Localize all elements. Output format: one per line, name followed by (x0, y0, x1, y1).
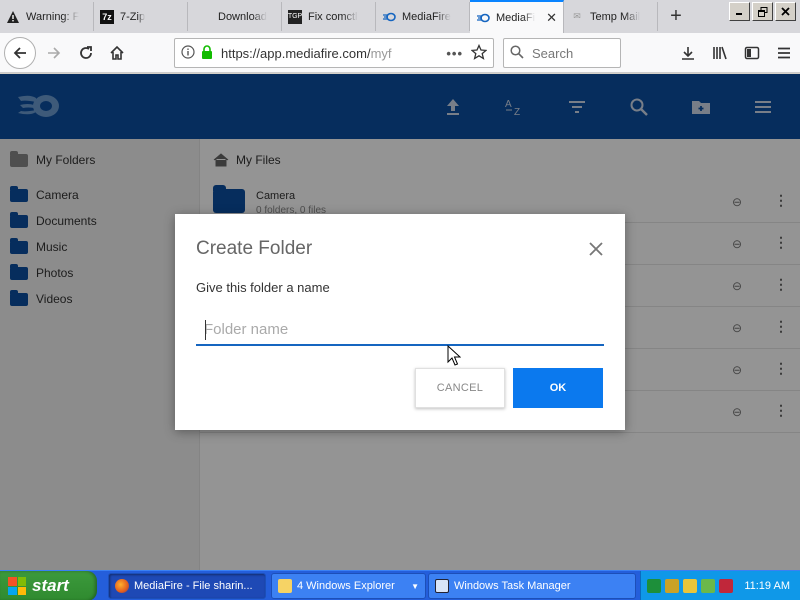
reload-icon (80, 46, 92, 59)
reload-button[interactable] (70, 37, 102, 69)
tab-label: Download (218, 10, 267, 23)
tempmail-icon: ✉ (573, 11, 581, 21)
text-caret (205, 320, 206, 340)
back-arrow-icon (13, 47, 26, 59)
library-icon (713, 46, 727, 60)
taskbar-item-explorer[interactable]: 4 Windows Explorer ▼ (271, 573, 426, 599)
dialog-subtitle: Give this folder a name (196, 280, 330, 295)
library-button[interactable] (704, 37, 736, 69)
tab-label: MediaFi (496, 11, 536, 24)
group-expand-icon: ▼ (411, 581, 419, 591)
firefox-icon (115, 579, 129, 593)
tab-temp-mail[interactable]: ✉ Temp Mail (564, 2, 658, 31)
tray-shield-icon[interactable] (683, 579, 697, 593)
tab-label: Fix comctl (308, 10, 358, 23)
new-tab-button[interactable]: + (664, 4, 688, 28)
menu-button[interactable] (768, 37, 800, 69)
taskbar-item-mediafire[interactable]: MediaFire - File sharin... (108, 573, 266, 599)
explorer-folder-icon (278, 579, 292, 593)
system-tray: 11:19 AM (640, 571, 800, 600)
tab-7zip[interactable]: 7z 7-Zip (94, 2, 188, 31)
window-controls (729, 2, 796, 21)
tray-app-icon[interactable] (647, 579, 661, 593)
url-rest: myf (370, 45, 392, 61)
taskbar-item-task-manager[interactable]: Windows Task Manager (428, 573, 636, 599)
screen: Warning: F 7z 7-Zip Download TGP Fix com… (0, 0, 800, 600)
tab-label: Warning: F (26, 10, 80, 23)
taskbar: start MediaFire - File sharin... 4 Windo… (0, 570, 800, 600)
dialog-title: Create Folder (196, 238, 313, 259)
info-icon[interactable] (181, 44, 195, 62)
ok-button[interactable]: OK (513, 368, 603, 408)
sidebar-toggle-button[interactable] (736, 37, 768, 69)
restore-button[interactable] (752, 2, 773, 21)
7zip-icon: 7z (100, 9, 114, 24)
downloads-button[interactable] (672, 37, 704, 69)
folder-name-input[interactable] (196, 314, 604, 346)
tab-mediafire-active[interactable]: MediaFi ✕ (470, 0, 564, 33)
url-text: https://app.mediafire.com/myf (221, 46, 446, 61)
url-bar[interactable]: https://app.mediafire.com/myf ••• (174, 38, 494, 68)
windows-flag-icon (8, 577, 26, 595)
tgp-icon: TGP (288, 9, 302, 24)
search-placeholder: Search (532, 45, 574, 61)
tab-label: 7-Zip (120, 10, 146, 23)
mediafire-icon (476, 11, 490, 25)
tab-download[interactable]: Download (188, 2, 282, 31)
hamburger-menu-icon (778, 47, 790, 59)
mediafire-icon (382, 10, 396, 24)
task-label: MediaFire - File sharin... (134, 580, 253, 592)
tab-label: Temp Mail (590, 10, 641, 23)
lock-icon (201, 44, 213, 62)
close-icon[interactable] (583, 236, 609, 262)
tab-warning[interactable]: Warning: F (0, 2, 94, 31)
task-label: Windows Task Manager (454, 580, 571, 592)
create-folder-dialog: Create Folder Give this folder a name CA… (175, 214, 625, 430)
tab-strip: Warning: F 7z 7-Zip Download TGP Fix com… (0, 0, 800, 33)
start-button[interactable]: start (0, 571, 97, 600)
tab-mediafire[interactable]: MediaFire (376, 2, 470, 31)
cancel-button[interactable]: CANCEL (415, 368, 505, 408)
home-button[interactable] (101, 37, 133, 69)
tab-fix-comctl[interactable]: TGP Fix comctl (282, 2, 376, 31)
tray-network-icon[interactable] (701, 579, 715, 593)
download-arrow-icon (682, 47, 694, 60)
url-main: https://app.mediafire.com/ (221, 45, 371, 61)
forward-button[interactable] (38, 37, 70, 69)
task-label: 4 Windows Explorer (297, 580, 395, 592)
mouse-cursor-icon (447, 345, 461, 366)
clock: 11:19 AM (744, 580, 790, 592)
search-field[interactable]: Search (503, 38, 621, 68)
close-window-button[interactable] (775, 2, 796, 21)
minimize-button[interactable] (729, 2, 750, 21)
sidebar-icon (744, 46, 760, 60)
navigation-bar: https://app.mediafire.com/myf ••• Search (0, 33, 800, 73)
tab-label: MediaFire (402, 10, 451, 23)
start-label: start (32, 576, 69, 595)
search-icon (510, 44, 524, 62)
warning-icon (6, 10, 20, 24)
home-icon (110, 45, 124, 60)
tray-tools-icon[interactable] (665, 579, 679, 593)
close-tab-icon[interactable]: ✕ (542, 10, 557, 26)
toolbar-icons (672, 37, 800, 69)
task-manager-icon (435, 579, 449, 593)
back-button[interactable] (4, 37, 36, 69)
forward-arrow-icon (48, 47, 61, 59)
bookmark-star-icon[interactable] (470, 43, 488, 63)
tray-security-icon[interactable] (719, 579, 733, 593)
page-actions-icon[interactable]: ••• (446, 46, 463, 61)
